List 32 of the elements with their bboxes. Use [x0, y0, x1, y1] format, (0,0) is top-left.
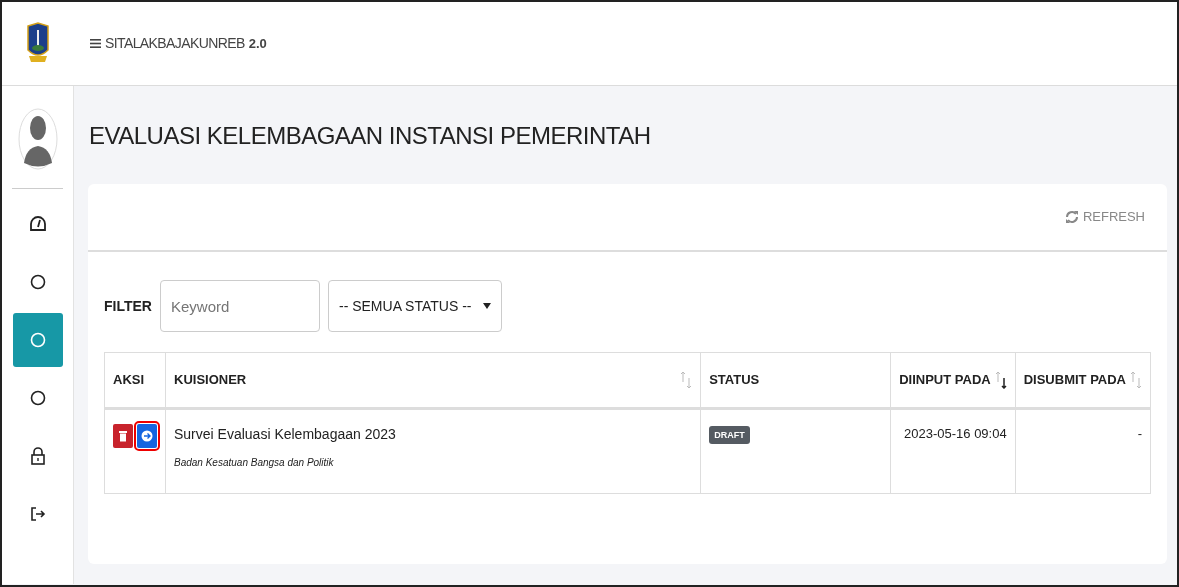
- menu-icon[interactable]: [90, 38, 101, 49]
- avatar-icon: [17, 108, 58, 170]
- logout-icon: [28, 505, 47, 523]
- caret-icon: [482, 303, 491, 309]
- status-dropdown[interactable]: -- SEMUA STATUS --: [327, 280, 502, 332]
- delete-button[interactable]: [113, 424, 133, 448]
- keyword-field[interactable]: Keyword: [159, 280, 320, 332]
- app-name: SITALAKBAJAKUNREB: [105, 34, 245, 53]
- column-header: DIINPUT PADA: [899, 371, 991, 390]
- column-header: STATUS: [709, 371, 760, 390]
- open-button[interactable]: [137, 424, 157, 448]
- trash-icon: [119, 430, 127, 442]
- arrow-circle-icon: [141, 430, 153, 442]
- page-title: EVALUASI KELEMBAGAAN INSTANSI PEMERINTAH: [89, 121, 652, 151]
- circle-icon: [28, 389, 47, 407]
- circle-icon: [28, 331, 47, 349]
- column-header: DISUBMIT PADA: [1023, 371, 1126, 390]
- column-header: KUISIONER: [174, 371, 247, 390]
- table-cell: -: [1137, 426, 1142, 441]
- agency-name: Badan Kesatuan Bangsa dan Politik: [174, 456, 335, 470]
- refresh-icon: [1064, 210, 1079, 224]
- refresh-button[interactable]: REFRESH: [1058, 206, 1151, 228]
- table-cell: 2023-05-16 09:04: [904, 426, 1007, 441]
- app-version: 2.0: [248, 34, 267, 53]
- status-badge: DRAFT: [709, 426, 750, 444]
- column-header: AKSI: [113, 371, 145, 390]
- circle-icon: [28, 273, 47, 291]
- sort-icon[interactable]: [994, 371, 1007, 389]
- gauge-icon: [28, 215, 47, 233]
- filter-label: FILTER: [104, 296, 152, 316]
- lock-icon: [28, 447, 47, 465]
- questionnaire-title: Survei Evaluasi Kelembagaan 2023: [174, 425, 397, 444]
